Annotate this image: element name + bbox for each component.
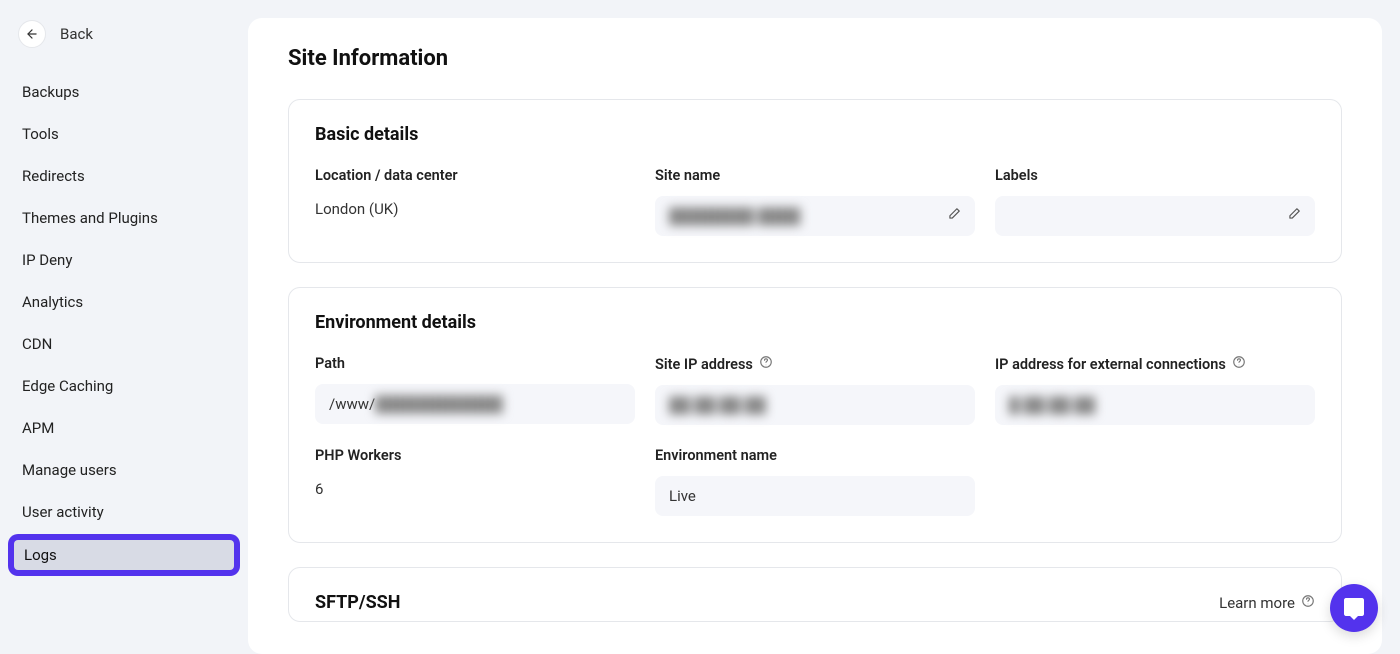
- sftp-ssh-heading: SFTP/SSH: [315, 592, 400, 613]
- environment-details-card: Environment details Path /www/██████████…: [288, 287, 1342, 543]
- sftp-ssh-card: SFTP/SSH Learn more: [288, 567, 1342, 622]
- site-ip-value-box[interactable]: ██.██.██.██: [655, 385, 975, 425]
- arrow-left-icon: [25, 27, 39, 41]
- sidebar-item-tools[interactable]: Tools: [12, 114, 236, 154]
- ext-ip-field: IP address for external connections █.██…: [995, 355, 1315, 425]
- back-button[interactable]: [18, 20, 46, 48]
- sidebar-item-backups[interactable]: Backups: [12, 72, 236, 112]
- location-field: Location / data center London (UK): [315, 167, 635, 236]
- site-ip-field: Site IP address ██.██.██.██: [655, 355, 975, 425]
- location-value: London (UK): [315, 196, 635, 218]
- env-name-label: Environment name: [655, 447, 975, 464]
- labels-input[interactable]: [995, 196, 1315, 236]
- env-name-value-box[interactable]: Live: [655, 476, 975, 516]
- environment-details-heading: Environment details: [315, 312, 1315, 333]
- sidebar-item-analytics[interactable]: Analytics: [12, 282, 236, 322]
- help-icon[interactable]: [1232, 355, 1246, 373]
- path-value-box[interactable]: /www/████████████: [315, 384, 635, 424]
- sidebar-item-manage-users[interactable]: Manage users: [12, 450, 236, 490]
- site-name-input[interactable]: ████████ ████: [655, 196, 975, 236]
- path-value: /www/████████████: [329, 395, 503, 413]
- env-name-value: Live: [669, 487, 696, 505]
- ext-ip-label: IP address for external connections: [995, 355, 1315, 373]
- ext-ip-value: █.██.██.██: [1009, 396, 1095, 414]
- sidebar-item-redirects[interactable]: Redirects: [12, 156, 236, 196]
- sidebar-item-logs[interactable]: Logs: [14, 540, 234, 570]
- ext-ip-value-box[interactable]: █.██.██.██: [995, 385, 1315, 425]
- help-icon[interactable]: [759, 355, 773, 373]
- sidebar-item-themes-plugins[interactable]: Themes and Plugins: [12, 198, 236, 238]
- path-label: Path: [315, 355, 635, 372]
- site-ip-label: Site IP address: [655, 355, 975, 373]
- basic-details-heading: Basic details: [315, 124, 1315, 145]
- location-label: Location / data center: [315, 167, 635, 184]
- site-name-value: ████████ ████: [669, 207, 800, 225]
- sidebar-item-apm[interactable]: APM: [12, 408, 236, 448]
- basic-details-card: Basic details Location / data center Lon…: [288, 99, 1342, 263]
- pencil-icon[interactable]: [947, 207, 961, 225]
- sidebar-item-cdn[interactable]: CDN: [12, 324, 236, 364]
- labels-label: Labels: [995, 167, 1315, 184]
- env-name-field: Environment name Live: [655, 447, 975, 516]
- site-ip-value: ██.██.██.██: [669, 396, 766, 414]
- sidebar: Back Backups Tools Redirects Themes and …: [0, 0, 248, 654]
- php-workers-value: 6: [315, 476, 635, 498]
- site-name-label: Site name: [655, 167, 975, 184]
- pencil-icon[interactable]: [1287, 207, 1301, 225]
- main-content: Site Information Basic details Location …: [248, 18, 1382, 654]
- back-row: Back: [8, 12, 240, 72]
- page-title: Site Information: [288, 46, 1342, 71]
- chat-icon: [1342, 596, 1366, 620]
- sidebar-item-user-activity[interactable]: User activity: [12, 492, 236, 532]
- site-name-field: Site name ████████ ████: [655, 167, 975, 236]
- help-icon: [1301, 594, 1315, 612]
- sidebar-item-ip-deny[interactable]: IP Deny: [12, 240, 236, 280]
- sidebar-item-edge-caching[interactable]: Edge Caching: [12, 366, 236, 406]
- back-label[interactable]: Back: [60, 25, 93, 43]
- learn-more-link[interactable]: Learn more: [1219, 594, 1315, 612]
- sidebar-item-logs-highlight: Logs: [8, 534, 240, 576]
- labels-field: Labels: [995, 167, 1315, 236]
- php-workers-field: PHP Workers 6: [315, 447, 635, 516]
- path-field: Path /www/████████████: [315, 355, 635, 425]
- chat-button[interactable]: [1330, 584, 1378, 632]
- php-workers-label: PHP Workers: [315, 447, 635, 464]
- nav-list: Backups Tools Redirects Themes and Plugi…: [8, 72, 240, 576]
